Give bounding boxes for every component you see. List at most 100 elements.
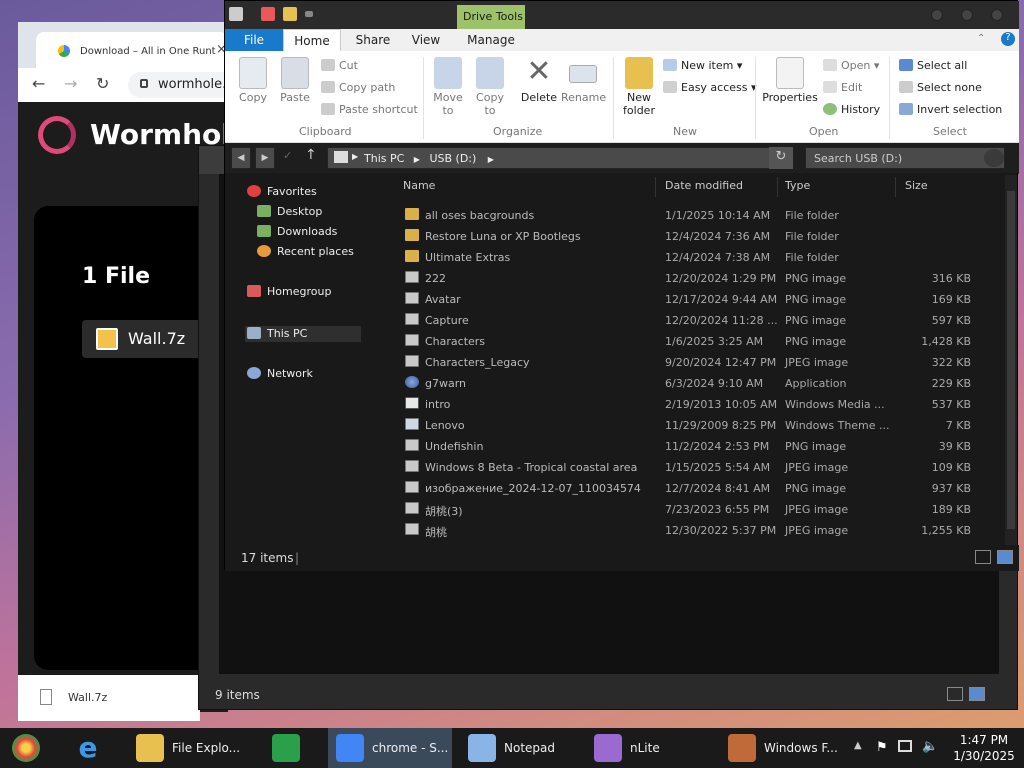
- copy-button[interactable]: Copy: [235, 57, 271, 104]
- drive-tools-tab[interactable]: Drive Tools: [457, 5, 525, 29]
- invert-selection-button[interactable]: Invert selection: [899, 103, 1002, 116]
- tab-file[interactable]: File: [225, 29, 283, 51]
- back-button[interactable]: ◀: [231, 147, 251, 169]
- scrollbar-thumb[interactable]: [1007, 191, 1015, 529]
- tab-share[interactable]: Share: [345, 29, 401, 51]
- close-icon[interactable]: [991, 9, 1003, 21]
- details-view-icon[interactable]: [947, 687, 963, 701]
- properties-button[interactable]: Properties: [761, 57, 819, 104]
- properties-qat-icon[interactable]: [261, 7, 275, 21]
- open-button[interactable]: Open ▾: [823, 59, 879, 72]
- nav-downloads[interactable]: Downloads: [257, 225, 337, 238]
- file-chip[interactable]: Wall.7z: [82, 320, 214, 358]
- table-row[interactable]: Windows 8 Beta - Tropical coastal area 1/…: [397, 457, 997, 478]
- tab-view[interactable]: View: [401, 29, 451, 51]
- table-row[interactable]: Ultimate Extras 12/4/2024 7:38 AM File fol…: [397, 247, 997, 268]
- vertical-scrollbar[interactable]: [1005, 175, 1017, 545]
- new-folder-button[interactable]: New folder: [619, 57, 659, 117]
- breadcrumb-chevron-icon[interactable]: ▶: [414, 155, 420, 164]
- taskbar-item[interactable]: nLite: [586, 728, 706, 768]
- copy-path-button[interactable]: Copy path: [321, 81, 395, 94]
- address-bar[interactable]: ▶ This PC ▶ USB (D:) ▶: [327, 147, 793, 169]
- start-button[interactable]: [6, 728, 52, 768]
- breadcrumb-chevron-icon[interactable]: ▶: [488, 155, 494, 164]
- table-row[interactable]: Avatar 12/17/2024 9:44 AM PNG image 169 KB: [397, 289, 997, 310]
- taskbar-ie[interactable]: e: [66, 728, 112, 768]
- table-row[interactable]: Capture 12/20/2024 11:28 ... PNG image 597 …: [397, 310, 997, 331]
- clock[interactable]: 1:47 PM 1/30/2025: [944, 732, 1024, 764]
- tiles-view-icon[interactable]: [997, 550, 1013, 564]
- system-menu-icon[interactable]: [229, 7, 243, 21]
- back-icon[interactable]: ←: [32, 74, 45, 93]
- select-none-button[interactable]: Select none: [899, 81, 982, 94]
- ribbon-collapse-icon[interactable]: ⌃: [977, 33, 985, 44]
- search-icon[interactable]: [984, 149, 1004, 167]
- easy-access-button[interactable]: Easy access ▾: [663, 81, 757, 94]
- column-date[interactable]: Date modified: [665, 179, 743, 192]
- nav-recent-places[interactable]: Recent places: [257, 245, 354, 258]
- table-row[interactable]: 胡桃 12/30/2022 5:37 PM JPEG image 1,255 KB: [397, 520, 997, 541]
- breadcrumb-drive[interactable]: USB (D:): [429, 152, 476, 165]
- recent-locations-icon[interactable]: ✓: [283, 149, 292, 162]
- new-item-button[interactable]: New item ▾: [663, 59, 742, 72]
- column-separator[interactable]: [777, 177, 778, 197]
- nav-homegroup[interactable]: Homegroup: [247, 285, 331, 298]
- cut-button[interactable]: Cut: [321, 59, 358, 72]
- column-separator[interactable]: [655, 177, 656, 197]
- breadcrumb-chevron-icon[interactable]: ▶: [352, 152, 358, 161]
- help-icon[interactable]: ?: [1001, 32, 1015, 46]
- explorer-titlebar[interactable]: Drive Tools: [225, 1, 1019, 29]
- column-name[interactable]: Name: [403, 179, 435, 192]
- tab-manage[interactable]: Manage: [457, 29, 525, 51]
- chrome-tab[interactable]: Download – All in One Runt ×: [36, 32, 228, 68]
- download-item-name[interactable]: Wall.7z: [68, 691, 107, 704]
- tab-home[interactable]: Home: [283, 29, 341, 51]
- action-center-flag-icon[interactable]: ⚑: [876, 740, 888, 755]
- up-arrow-icon[interactable]: ↑: [305, 147, 317, 163]
- maximize-icon[interactable]: [961, 9, 973, 21]
- search-input[interactable]: Search USB (D:): [805, 147, 1005, 169]
- table-row[interactable]: intro 2/19/2013 10:05 AM Windows Media ...…: [397, 394, 997, 415]
- refresh-icon[interactable]: ↻: [769, 147, 793, 169]
- table-row[interactable]: Characters_Legacy 9/20/2024 12:47 PM JPEG …: [397, 352, 997, 373]
- table-row[interactable]: Restore Luna or XP Bootlegs 12/4/2024 7:3…: [397, 226, 997, 247]
- history-button[interactable]: History: [823, 103, 880, 116]
- nav-desktop[interactable]: Desktop: [257, 205, 322, 218]
- select-all-button[interactable]: Select all: [899, 59, 967, 72]
- details-view-icon[interactable]: [975, 550, 991, 564]
- table-row[interactable]: g7warn 6/3/2024 9:10 AM Application 229 KB: [397, 373, 997, 394]
- nav-favorites[interactable]: Favorites: [247, 185, 317, 198]
- copy-to-button[interactable]: Copy to: [471, 57, 509, 117]
- paste-button[interactable]: Paste: [277, 57, 313, 104]
- tiles-view-icon[interactable]: [969, 687, 985, 701]
- column-separator[interactable]: [895, 177, 896, 197]
- volume-muted-icon[interactable]: 🔈: [922, 739, 938, 754]
- column-size[interactable]: Size: [905, 179, 928, 192]
- omnibox[interactable]: wormhole.: [128, 72, 228, 98]
- table-row[interactable]: all oses bacgrounds 1/1/2025 10:14 AM File…: [397, 205, 997, 226]
- table-row[interactable]: 222 12/20/2024 1:29 PM PNG image 316 KB: [397, 268, 997, 289]
- taskbar-item[interactable]: Notepad: [460, 728, 576, 768]
- rename-button[interactable]: Rename: [561, 57, 606, 104]
- breadcrumb-this-pc[interactable]: This PC: [364, 152, 404, 165]
- table-row[interactable]: Undefishin 11/2/2024 2:53 PM PNG image 39 K…: [397, 436, 997, 457]
- forward-button[interactable]: ▶: [255, 147, 275, 169]
- table-row[interactable]: изображение_2024-12-07_110034574 12/7/202…: [397, 478, 997, 499]
- taskbar-item[interactable]: Windows F...: [720, 728, 844, 768]
- table-row[interactable]: Characters 1/6/2025 3:25 AM PNG image 1,428…: [397, 331, 997, 352]
- move-to-button[interactable]: Move to: [429, 57, 467, 117]
- forward-icon[interactable]: →: [64, 74, 77, 93]
- column-type[interactable]: Type: [785, 179, 810, 192]
- taskbar-item[interactable]: chrome - S...: [328, 728, 452, 768]
- new-folder-qat-icon[interactable]: [283, 7, 297, 21]
- qat-dropdown-icon[interactable]: [305, 11, 313, 17]
- edit-button[interactable]: Edit: [823, 81, 862, 94]
- reload-icon[interactable]: ↻: [96, 74, 109, 93]
- table-row[interactable]: Lenovo 11/29/2009 8:25 PM Windows Theme ..…: [397, 415, 997, 436]
- minimize-icon[interactable]: [931, 9, 943, 21]
- nav-network[interactable]: Network: [247, 367, 313, 380]
- taskbar-store[interactable]: [264, 728, 310, 768]
- nav-this-pc[interactable]: This PC: [247, 327, 307, 340]
- show-hidden-icons-icon[interactable]: ▲: [854, 740, 862, 751]
- network-tray-icon[interactable]: [898, 740, 912, 752]
